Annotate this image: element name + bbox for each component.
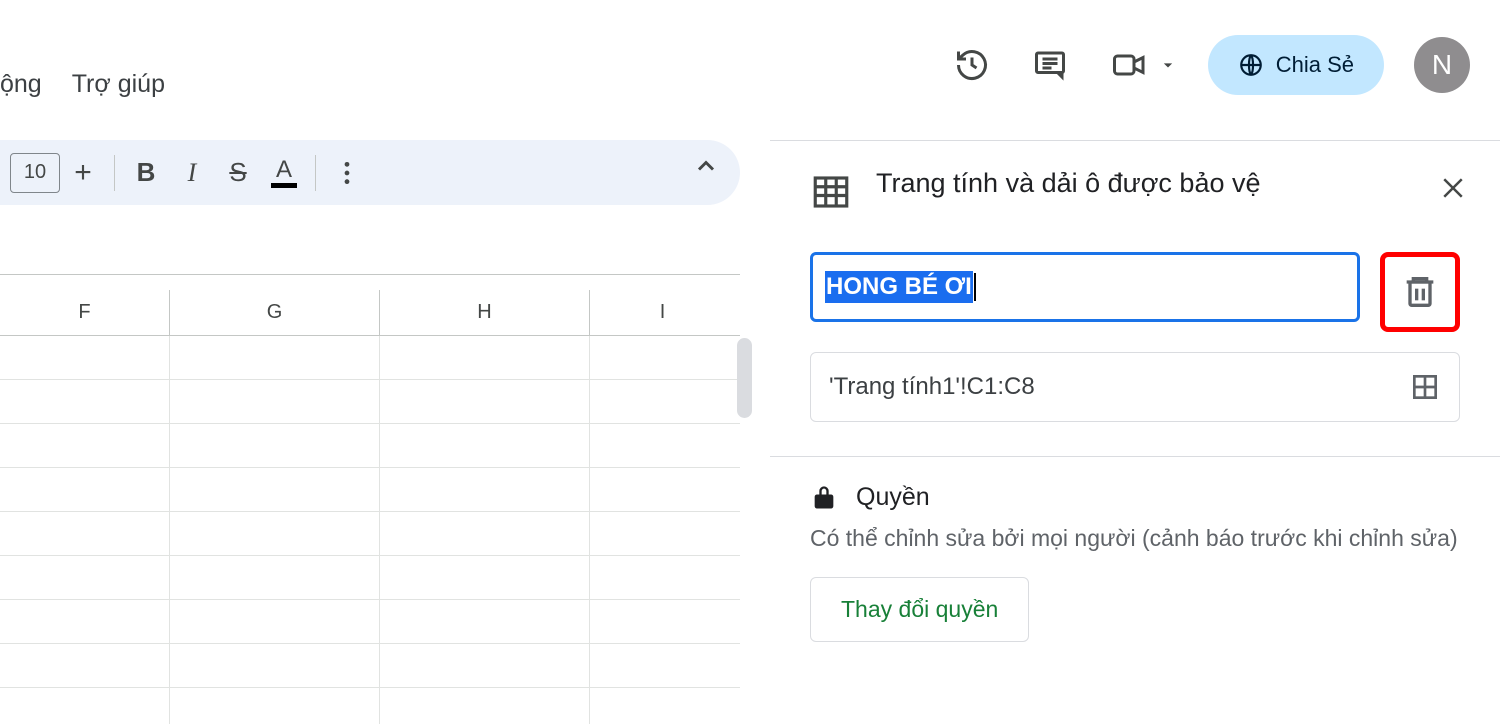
formatting-toolbar: 10 + B I S A <box>0 140 740 205</box>
protected-ranges-panel: Trang tính và dải ô được bảo vệ HONG BÉ … <box>770 140 1500 724</box>
panel-body: HONG BÉ ƠI 'Trang tính1'!C1:C8 Quyền Có … <box>770 242 1500 642</box>
permissions-label: Quyền <box>856 483 930 512</box>
menu-item-partial[interactable]: ộng <box>0 70 42 99</box>
toolbar-separator <box>114 155 115 191</box>
bold-button[interactable]: B <box>123 150 169 196</box>
app-topbar: ộng Trợ giúp Chia Sẻ N <box>0 20 1500 90</box>
menu-bar: ộng Trợ giúp <box>0 70 165 99</box>
vertical-scrollbar[interactable] <box>737 338 752 718</box>
table-row[interactable] <box>0 336 740 380</box>
table-row[interactable] <box>0 468 740 512</box>
table-row[interactable] <box>0 644 740 688</box>
select-range-icon[interactable] <box>1409 371 1441 403</box>
table-row[interactable] <box>0 424 740 468</box>
range-value: 'Trang tính1'!C1:C8 <box>829 373 1035 401</box>
avatar-letter: N <box>1432 49 1452 81</box>
menu-item-help[interactable]: Trợ giúp <box>72 70 165 99</box>
column-headers: F G H I <box>0 290 740 336</box>
close-button[interactable] <box>1438 173 1470 208</box>
strikethrough-button[interactable]: S <box>215 150 261 196</box>
divider <box>770 456 1500 457</box>
italic-button[interactable]: I <box>169 150 215 196</box>
column-header-i[interactable]: I <box>590 290 735 335</box>
trash-icon <box>1400 272 1440 312</box>
column-header-f[interactable]: F <box>0 290 170 335</box>
video-icon <box>1104 41 1152 89</box>
table-row[interactable] <box>0 512 740 556</box>
chevron-down-icon <box>1158 55 1178 75</box>
table-row[interactable] <box>0 600 740 644</box>
text-color-button[interactable]: A <box>261 150 307 196</box>
collapse-toolbar-button[interactable] <box>692 152 720 185</box>
change-permissions-button[interactable]: Thay đổi quyền <box>810 577 1029 642</box>
description-row: HONG BÉ ƠI <box>810 252 1460 332</box>
table-row[interactable] <box>0 556 740 600</box>
lock-icon <box>810 484 838 512</box>
permissions-heading: Quyền <box>810 483 1460 512</box>
sheet-icon <box>810 171 852 218</box>
spreadsheet-grid[interactable]: F G H I <box>0 290 740 724</box>
permissions-description: Có thể chỉnh sửa bởi mọi người (cảnh báo… <box>810 522 1460 555</box>
share-button[interactable]: Chia Sẻ <box>1208 35 1384 95</box>
panel-header: Trang tính và dải ô được bảo vệ <box>770 141 1500 242</box>
font-size-increase-button[interactable]: + <box>60 150 106 196</box>
column-header-g[interactable]: G <box>170 290 380 335</box>
topbar-right: Chia Sẻ N <box>948 35 1470 95</box>
delete-button[interactable] <box>1380 252 1460 332</box>
share-label: Chia Sẻ <box>1276 52 1354 78</box>
font-size-input[interactable]: 10 <box>10 153 60 193</box>
column-header-h[interactable]: H <box>380 290 590 335</box>
more-options-button[interactable] <box>324 150 370 196</box>
globe-icon <box>1238 52 1264 78</box>
table-row[interactable] <box>0 688 740 724</box>
text-cursor <box>974 273 976 301</box>
description-input[interactable]: HONG BÉ ƠI <box>810 252 1360 322</box>
meet-dropdown[interactable] <box>1104 41 1178 89</box>
table-row[interactable] <box>0 380 740 424</box>
panel-title: Trang tính và dải ô được bảo vệ <box>876 165 1414 203</box>
range-input[interactable]: 'Trang tính1'!C1:C8 <box>810 352 1460 422</box>
comment-icon[interactable] <box>1026 41 1074 89</box>
permissions-section: Quyền Có thể chỉnh sửa bởi mọi người (cả… <box>810 483 1460 642</box>
description-value: HONG BÉ ƠI <box>825 271 973 303</box>
scrollbar-thumb[interactable] <box>737 338 752 418</box>
toolbar-separator <box>315 155 316 191</box>
history-icon[interactable] <box>948 41 996 89</box>
avatar[interactable]: N <box>1414 37 1470 93</box>
